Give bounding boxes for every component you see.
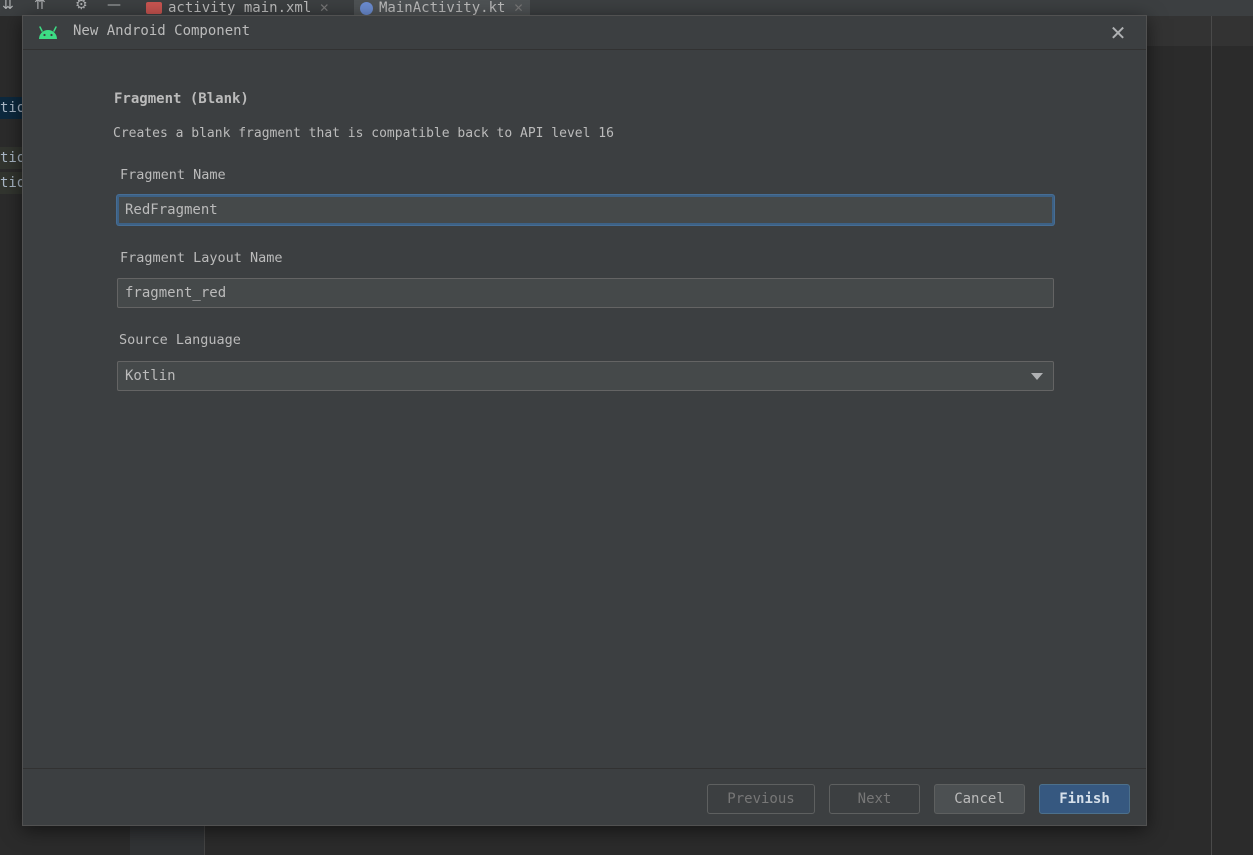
template-heading: Fragment (Blank) <box>114 91 249 107</box>
fragment-name-label: Fragment Name <box>120 167 226 183</box>
gear-icon[interactable]: ⚙ <box>75 0 88 13</box>
close-icon[interactable]: ✕ <box>513 1 523 15</box>
chevron-down-icon <box>1031 372 1043 380</box>
new-android-component-dialog: New Android Component ✕ Fragment (Blank)… <box>22 15 1147 826</box>
collapse-all-icon[interactable]: ⇊ <box>2 0 14 13</box>
tab-label: MainActivity.kt <box>379 0 506 16</box>
editor-right-margin <box>1211 16 1212 855</box>
tree-item-fragment[interactable]: tio <box>0 172 22 194</box>
template-description: Creates a blank fragment that is compati… <box>113 126 614 141</box>
previous-button[interactable]: Previous <box>707 784 815 814</box>
expand-all-icon[interactable]: ⇈ <box>34 0 46 13</box>
dialog-footer: Previous Next Cancel Finish <box>23 768 1146 826</box>
source-language-select[interactable]: Kotlin <box>117 361 1054 391</box>
fragment-layout-name-label: Fragment Layout Name <box>120 250 283 266</box>
tab-activity-main-xml[interactable]: activity_main.xml ✕ <box>140 0 335 16</box>
fragment-name-input[interactable] <box>117 195 1054 225</box>
next-button[interactable]: Next <box>829 784 920 814</box>
close-icon[interactable]: ✕ <box>1107 22 1129 44</box>
minimize-icon[interactable]: — <box>107 0 121 13</box>
editor-header-strip <box>1147 16 1253 46</box>
tab-main-activity-kt[interactable]: MainActivity.kt ✕ <box>354 0 530 16</box>
close-icon[interactable]: ✕ <box>319 1 329 15</box>
source-language-label: Source Language <box>119 332 241 348</box>
fragment-layout-name-input[interactable] <box>117 278 1054 308</box>
kotlin-file-icon <box>360 1 373 15</box>
cancel-button[interactable]: Cancel <box>934 784 1025 814</box>
ide-tab-bar: ⇊ ⇈ ⚙ — activity_main.xml ✕ MainActivity… <box>0 0 1253 16</box>
tab-label: activity_main.xml <box>168 0 312 16</box>
xml-file-icon <box>146 2 162 14</box>
dialog-title-bar[interactable]: New Android Component ✕ <box>23 16 1146 50</box>
source-language-value: Kotlin <box>125 368 176 384</box>
android-icon <box>39 26 57 39</box>
tree-item-fragment[interactable]: tio <box>0 97 22 119</box>
finish-button[interactable]: Finish <box>1039 784 1130 814</box>
dialog-title: New Android Component <box>73 23 251 39</box>
tree-item-fragment[interactable]: tio <box>0 147 22 169</box>
